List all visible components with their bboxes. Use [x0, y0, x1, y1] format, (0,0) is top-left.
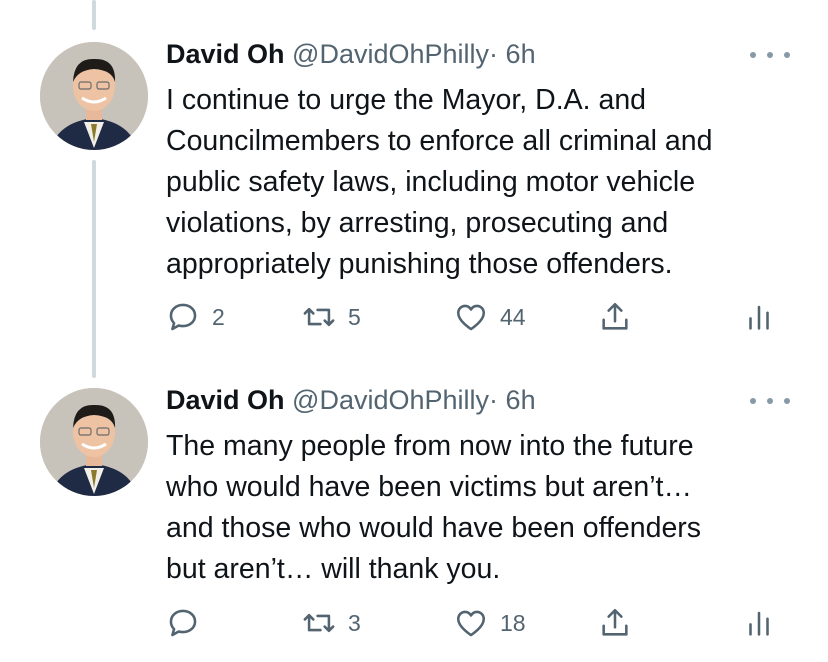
tweet-text-line: I continue to urge the Mayor, D.A. and [166, 84, 647, 116]
author-name[interactable]: David Oh [166, 39, 285, 69]
tweet-time[interactable]: 6h [506, 385, 536, 415]
reply-count: 2 [212, 303, 225, 330]
retweet-count: 3 [348, 609, 361, 636]
more-options-icon[interactable] [750, 48, 790, 62]
share-icon [602, 302, 628, 330]
more-options-icon[interactable] [750, 394, 790, 408]
tweet-text-line: appropriately punishing those offenders. [166, 248, 673, 280]
retweet-icon [303, 613, 335, 633]
tweet[interactable]: David Oh @DavidOhPhilly· 6h The many peo… [0, 384, 828, 662]
like-count: 18 [500, 609, 526, 636]
tweet-text-line: but aren’t… will thank you. [166, 553, 501, 585]
reply-button[interactable] [166, 606, 212, 640]
tweet-text: I continue to urge the Mayor, D.A. and C… [166, 80, 796, 285]
heart-icon [456, 610, 486, 637]
share-button[interactable] [598, 606, 632, 640]
author-handle[interactable]: @DavidOhPhilly [292, 39, 489, 69]
analytics-icon [749, 305, 769, 330]
tweet-text-line: who would have been victims but aren’t… [166, 471, 692, 503]
tweet-text-line: The many people from now into the future [166, 430, 694, 462]
author-handle[interactable]: @DavidOhPhilly [292, 385, 489, 415]
author-name[interactable]: David Oh [166, 385, 285, 415]
tweet-actions: 3 18 [166, 606, 776, 640]
share-button[interactable] [598, 300, 632, 334]
analytics-icon [749, 611, 769, 636]
like-button[interactable]: 44 [454, 300, 526, 334]
retweet-icon [303, 307, 335, 327]
share-icon [602, 608, 628, 636]
avatar[interactable] [40, 42, 148, 150]
tweet-actions: 2 5 44 [166, 300, 776, 334]
avatar-photo [40, 42, 148, 150]
retweet-count: 5 [348, 303, 361, 330]
tweet-header: David Oh @DavidOhPhilly· 6h [166, 384, 536, 416]
analytics-button[interactable] [742, 300, 776, 334]
tweet-time[interactable]: 6h [506, 39, 536, 69]
thread-line-top [92, 0, 96, 30]
tweet-text-line: violations, by arresting, prosecuting an… [166, 207, 669, 239]
reply-button[interactable]: 2 [166, 300, 225, 334]
reply-icon [169, 303, 197, 331]
avatar[interactable] [40, 388, 148, 496]
retweet-button[interactable]: 3 [302, 606, 361, 640]
tweet-header: David Oh @DavidOhPhilly· 6h [166, 38, 536, 70]
retweet-button[interactable]: 5 [302, 300, 361, 334]
separator-dot: · [489, 39, 499, 69]
like-button[interactable]: 18 [454, 606, 526, 640]
tweet-text-line: Councilmembers to enforce all criminal a… [166, 125, 713, 157]
reply-icon [169, 609, 197, 637]
tweet-text-line: and those who would have been offenders [166, 512, 702, 544]
heart-icon [456, 304, 486, 331]
like-count: 44 [500, 303, 526, 330]
analytics-button[interactable] [742, 606, 776, 640]
separator-dot: · [489, 385, 499, 415]
avatar-photo [40, 388, 148, 496]
tweet-text-line: public safety laws, including motor vehi… [166, 166, 696, 198]
tweet-text: The many people from now into the future… [166, 426, 796, 590]
tweet[interactable]: David Oh @DavidOhPhilly· 6h I continue t… [0, 38, 828, 338]
